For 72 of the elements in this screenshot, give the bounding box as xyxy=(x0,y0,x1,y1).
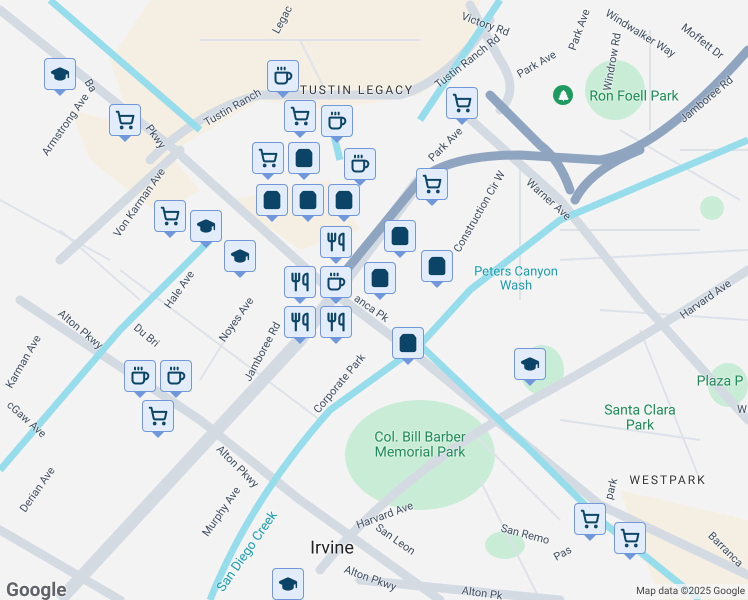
fork-knife-icon xyxy=(326,312,346,332)
map-marker[interactable] xyxy=(44,58,76,96)
coffee-cup-icon xyxy=(130,366,150,386)
map-marker[interactable] xyxy=(344,148,376,186)
map-marker[interactable] xyxy=(284,266,316,304)
street-label: Pas xyxy=(550,542,575,566)
city-label: Irvine xyxy=(310,536,354,560)
map-marker[interactable] xyxy=(142,400,174,438)
map-marker[interactable] xyxy=(267,60,299,98)
map-marker[interactable] xyxy=(320,306,352,344)
map-marker[interactable] xyxy=(416,168,448,206)
coffee-cup-icon xyxy=(326,272,346,292)
district-label: TUSTIN LEGACY xyxy=(300,82,414,99)
shopping-cart-icon xyxy=(115,110,135,130)
map-marker[interactable] xyxy=(124,360,156,398)
map-marker[interactable] xyxy=(256,184,288,222)
map-marker[interactable] xyxy=(514,348,546,386)
coffee-cup-icon xyxy=(350,154,370,174)
fork-knife-icon xyxy=(290,272,310,292)
map-marker[interactable] xyxy=(288,142,320,180)
shopping-cart-icon xyxy=(580,509,600,529)
map-marker[interactable] xyxy=(224,240,256,278)
street-label: Park Ave xyxy=(514,47,560,83)
street-label: W xyxy=(737,402,747,418)
street-label: Du Bri xyxy=(130,320,163,352)
map-marker[interactable] xyxy=(320,266,352,304)
coffee-cup-icon xyxy=(166,366,186,386)
fork-knife-icon xyxy=(326,232,346,252)
park-label: Santa Clara Park xyxy=(603,403,677,433)
fork-knife-icon xyxy=(290,312,310,332)
map-marker[interactable] xyxy=(614,522,646,560)
map-marker[interactable] xyxy=(190,210,222,248)
shopping-cart-icon xyxy=(148,406,168,426)
street-label: Alton Pkwy xyxy=(342,562,398,596)
district-label: WESTPARK xyxy=(629,472,707,489)
map-marker[interactable] xyxy=(154,200,186,238)
shopping-cart-icon xyxy=(620,528,640,548)
map-marker[interactable] xyxy=(421,250,453,288)
map-marker[interactable] xyxy=(284,100,316,138)
park-label: Col. Bill Barber Memorial Park xyxy=(373,430,467,460)
map-marker[interactable] xyxy=(252,142,284,180)
map-marker[interactable] xyxy=(284,306,316,344)
park-label: Ron Foell Park xyxy=(589,90,679,104)
map-marker[interactable] xyxy=(328,184,360,222)
street-label: San Remo xyxy=(498,520,552,549)
shopping-cart-icon xyxy=(258,148,278,168)
google-logo: Google xyxy=(6,577,67,600)
shopping-cart-icon xyxy=(290,106,310,126)
map-marker[interactable] xyxy=(384,220,416,258)
map-marker[interactable] xyxy=(272,568,304,600)
map-marker[interactable] xyxy=(321,105,353,143)
park-area xyxy=(700,196,724,220)
street-label: anca Pk xyxy=(350,291,392,327)
shopping-cart-icon xyxy=(422,174,442,194)
coffee-cup-icon xyxy=(327,111,347,131)
street-label: Ba xyxy=(80,76,100,94)
map-marker[interactable] xyxy=(292,184,324,222)
map-marker[interactable] xyxy=(574,503,606,541)
park-label: Plaza P xyxy=(696,374,744,390)
park-marker-icon xyxy=(553,85,573,105)
map-marker[interactable] xyxy=(320,226,352,264)
map-marker[interactable] xyxy=(392,327,424,365)
map-marker[interactable] xyxy=(109,104,141,142)
street-label: park xyxy=(601,476,622,502)
shopping-cart-icon xyxy=(160,206,180,226)
map-marker[interactable] xyxy=(446,87,478,125)
street-label: Alton Pk xyxy=(460,582,504,600)
map-marker[interactable] xyxy=(160,360,192,398)
street-label: Park Ave xyxy=(564,7,594,53)
waterway-label: Peters Canyon Wash xyxy=(473,266,559,294)
shopping-cart-icon xyxy=(452,93,472,113)
coffee-cup-icon xyxy=(273,66,293,86)
